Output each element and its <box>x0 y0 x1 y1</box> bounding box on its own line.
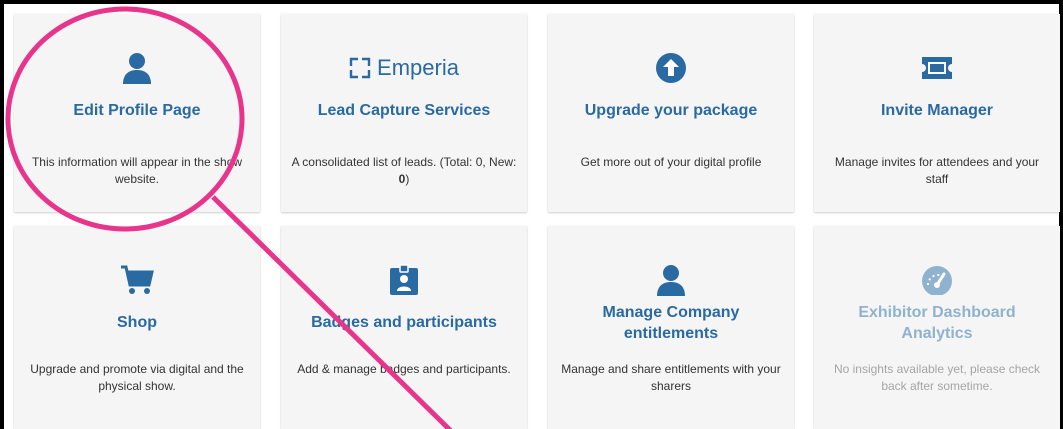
card-title: Edit Profile Page <box>73 102 201 119</box>
card-title: Lead Capture Services <box>317 102 491 119</box>
card-title: Invite Manager <box>880 102 994 119</box>
badge-icon <box>281 264 527 296</box>
card-description: Add & manage badges and participants. <box>297 362 511 376</box>
card-description: Get more out of your digital profile <box>580 155 762 169</box>
ticket-icon <box>814 52 1060 84</box>
shopping-cart-icon <box>14 264 260 296</box>
emperia-logo: Emperia <box>281 52 527 84</box>
card-description: Manage invites for attendees and your st… <box>834 155 1040 186</box>
bracket-logo-icon <box>349 57 371 79</box>
card-badges[interactable]: Badges and participants Add & manage bad… <box>281 226 527 429</box>
logo-text: Emperia <box>377 55 459 80</box>
card-upgrade-package[interactable]: Upgrade your package Get more out of you… <box>548 14 794 212</box>
card-title: Exhibitor Dashboard Analytics <box>858 304 1016 342</box>
description-text: A consolidated list of leads. (Total: 0,… <box>291 155 517 169</box>
card-description: This information will appear in the show… <box>31 155 243 186</box>
card-title: Shop <box>117 314 157 331</box>
speedometer-icon <box>814 264 1060 296</box>
card-title: Badges and participants <box>311 314 497 331</box>
user-icon <box>14 52 260 84</box>
card-dashboard-analytics[interactable]: Exhibitor Dashboard Analytics No insight… <box>814 226 1060 429</box>
user-icon <box>548 264 794 296</box>
card-title: Manage Company entitlements <box>602 304 740 342</box>
card-edit-profile[interactable]: Edit Profile Page This information will … <box>14 14 260 212</box>
card-description: No insights available yet, please check … <box>833 362 1041 393</box>
dashboard-grid: Edit Profile Page This information will … <box>4 4 1060 429</box>
card-shop[interactable]: Shop Upgrade and promote via digital and… <box>14 226 260 429</box>
card-lead-capture[interactable]: Emperia Lead Capture Services A consolid… <box>281 14 527 212</box>
card-description: Upgrade and promote via digital and the … <box>30 362 244 393</box>
card-description: Manage and share entitlements with your … <box>561 362 781 393</box>
description-suffix: ) <box>405 172 410 186</box>
card-company-entitlements[interactable]: Manage Company entitlements Manage and s… <box>548 226 794 429</box>
arrow-up-circle-icon <box>548 52 794 84</box>
card-invite-manager[interactable]: Invite Manager Manage invites for attend… <box>814 14 1060 212</box>
card-description: A consolidated list of leads. (Total: 0,… <box>291 154 517 188</box>
card-title: Upgrade your package <box>584 102 758 119</box>
